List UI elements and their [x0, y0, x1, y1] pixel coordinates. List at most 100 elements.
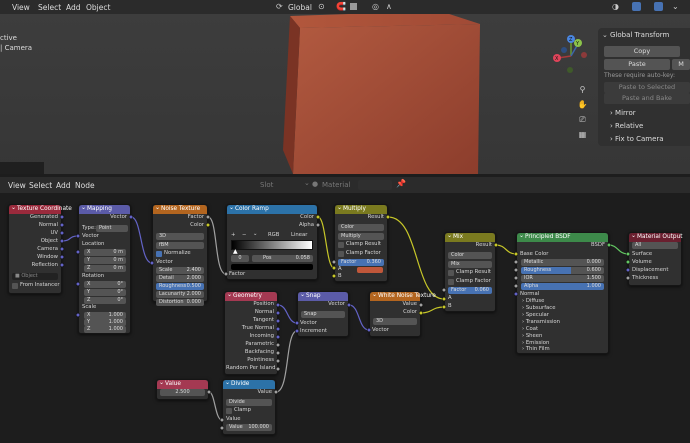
clamp-checkbox[interactable]: [226, 408, 232, 414]
clamp-factor-checkbox[interactable]: [338, 251, 344, 257]
operation-dropdown[interactable]: Divide: [226, 399, 272, 406]
panel-diffuse[interactable]: › Diffuse: [522, 298, 544, 305]
normalize-checkbox[interactable]: [156, 251, 162, 257]
operation-dropdown[interactable]: Snap: [301, 311, 345, 318]
in-factor: Factor: [229, 271, 246, 277]
rot-z-field[interactable]: Z 0°: [84, 297, 126, 304]
node-header[interactable]: Mix: [445, 231, 495, 242]
node-header[interactable]: Mapping: [79, 203, 130, 214]
in-increment: Increment: [300, 328, 328, 334]
factor-field[interactable]: Factor 0.360: [338, 259, 384, 266]
blend-mode-dropdown[interactable]: Mix: [448, 261, 492, 268]
panel-transmission[interactable]: › Transmission: [522, 319, 560, 326]
in-base-color: Base Color: [520, 251, 549, 257]
clamp-factor-label: Clamp Factor: [456, 278, 491, 284]
stop-pos-field[interactable]: Pos 0.058: [252, 255, 313, 262]
dimensions-dropdown[interactable]: 3D: [373, 318, 417, 325]
in-vector: Vector: [156, 259, 173, 265]
clamp-factor-checkbox[interactable]: [448, 279, 454, 285]
clamp-result-checkbox[interactable]: [338, 242, 344, 248]
metallic-field[interactable]: Metallic 0.000: [521, 259, 604, 266]
scale-field[interactable]: Scale 2.400: [156, 267, 204, 274]
roughness-field[interactable]: Roughness 0.600: [521, 267, 604, 274]
panel-subsurface[interactable]: › Subsurface: [522, 305, 555, 312]
out-incoming: Incoming: [249, 333, 274, 339]
panel-sheen[interactable]: › Sheen: [522, 333, 542, 340]
out-tangent: Tangent: [252, 317, 274, 323]
from-instancer-checkbox[interactable]: [12, 283, 18, 289]
normalize-label: Normalize: [164, 250, 191, 256]
in-b: B: [338, 273, 342, 279]
stop-index-field[interactable]: 0: [231, 255, 249, 262]
out-result: Result: [475, 242, 492, 248]
in-surface: Surface: [632, 251, 653, 257]
ramp-gradient-bar[interactable]: [231, 240, 313, 250]
out-generated: Generated: [29, 214, 58, 220]
out-normal: Normal: [38, 222, 58, 228]
ramp-menu-chevron-icon[interactable]: ⌄: [253, 231, 257, 238]
blend-mode-dropdown[interactable]: Multiply: [338, 233, 384, 240]
in-displacement: Displacement: [632, 267, 669, 273]
type-dropdown[interactable]: Point: [96, 225, 128, 232]
alpha-field[interactable]: Alpha 1.000: [521, 283, 604, 290]
link-object-to-vector: [61, 235, 79, 242]
roughness-field[interactable]: Roughness 0.500: [156, 283, 204, 290]
node-header[interactable]: Color Ramp: [227, 203, 317, 214]
loc-y-field[interactable]: Y0 m: [84, 257, 126, 264]
basis-dropdown[interactable]: fBM: [156, 242, 204, 249]
node-header[interactable]: Texture Coordinate: [9, 203, 72, 214]
value-field[interactable]: 2.500: [160, 389, 205, 396]
out-alpha: Alpha: [298, 222, 314, 228]
factor-field[interactable]: Factor 0.060: [448, 287, 492, 294]
link-noise-to-ramp: [207, 216, 227, 275]
rotation-label: Rotation: [82, 273, 105, 279]
remove-stop-button[interactable]: −: [242, 232, 246, 239]
in-a: A: [448, 295, 452, 301]
ior-field[interactable]: IOR 1.500: [521, 275, 604, 282]
stop-color-swatch[interactable]: [231, 264, 313, 270]
color-b-swatch[interactable]: [357, 267, 383, 273]
color-mode-dropdown[interactable]: RGB: [268, 232, 279, 239]
detail-field[interactable]: Detail 2.000: [156, 275, 204, 282]
rot-x-field[interactable]: X 0°: [84, 281, 126, 288]
out-color: Color: [190, 222, 204, 228]
node-header[interactable]: Snap: [298, 290, 348, 301]
clamp-label: Clamp: [234, 407, 251, 413]
node-header[interactable]: Noise Texture: [153, 203, 207, 214]
target-dropdown[interactable]: All: [632, 242, 678, 249]
node-header[interactable]: Multiply: [335, 203, 387, 214]
panel-thin-film[interactable]: › Thin Film: [522, 346, 550, 353]
node-header[interactable]: Divide: [223, 378, 275, 389]
scale-y-field[interactable]: Y 1.000: [84, 319, 126, 326]
panel-coat[interactable]: › Coat: [522, 326, 538, 333]
add-stop-button[interactable]: +: [231, 232, 235, 239]
lacunarity-field[interactable]: Lacunarity 2.000: [156, 291, 204, 298]
clamp-result-checkbox[interactable]: [448, 270, 454, 276]
in-vector: Vector: [82, 233, 99, 239]
node-header[interactable]: Material Output: [629, 231, 683, 242]
dimensions-dropdown[interactable]: 3D: [156, 233, 204, 240]
clamp-result-label: Clamp Result: [456, 269, 491, 275]
node-header[interactable]: White Noise Texture: [370, 290, 436, 301]
node-header[interactable]: Geometry: [225, 290, 277, 301]
scale-z-field[interactable]: Z 1.000: [84, 326, 126, 333]
object-field[interactable]: ■ Object: [12, 273, 58, 280]
rot-y-field[interactable]: Y 0°: [84, 289, 126, 296]
node-header[interactable]: Principled BSDF: [517, 231, 608, 242]
ramp-stop-icon[interactable]: ▲: [233, 248, 238, 255]
out-camera: Camera: [37, 246, 58, 252]
out-position: Position: [253, 301, 274, 307]
panel-specular[interactable]: › Specular: [522, 312, 549, 319]
link-geometry-to-snap: [277, 304, 298, 324]
scale-x-field[interactable]: X 1.000: [84, 312, 126, 319]
distortion-field[interactable]: Distortion 0.000: [156, 299, 204, 306]
loc-x-field[interactable]: X0 m: [84, 249, 126, 256]
data-type-dropdown[interactable]: Color: [448, 252, 492, 259]
interpolation-dropdown[interactable]: Linear: [291, 232, 307, 239]
clamp-factor-label: Clamp Factor: [346, 250, 381, 256]
divisor-field[interactable]: Value 100.000: [226, 424, 272, 431]
loc-z-field[interactable]: Z0 m: [84, 265, 126, 272]
node-header[interactable]: Value: [157, 378, 208, 389]
in-normal: Normal: [520, 291, 540, 297]
data-type-dropdown[interactable]: Color: [338, 224, 384, 231]
